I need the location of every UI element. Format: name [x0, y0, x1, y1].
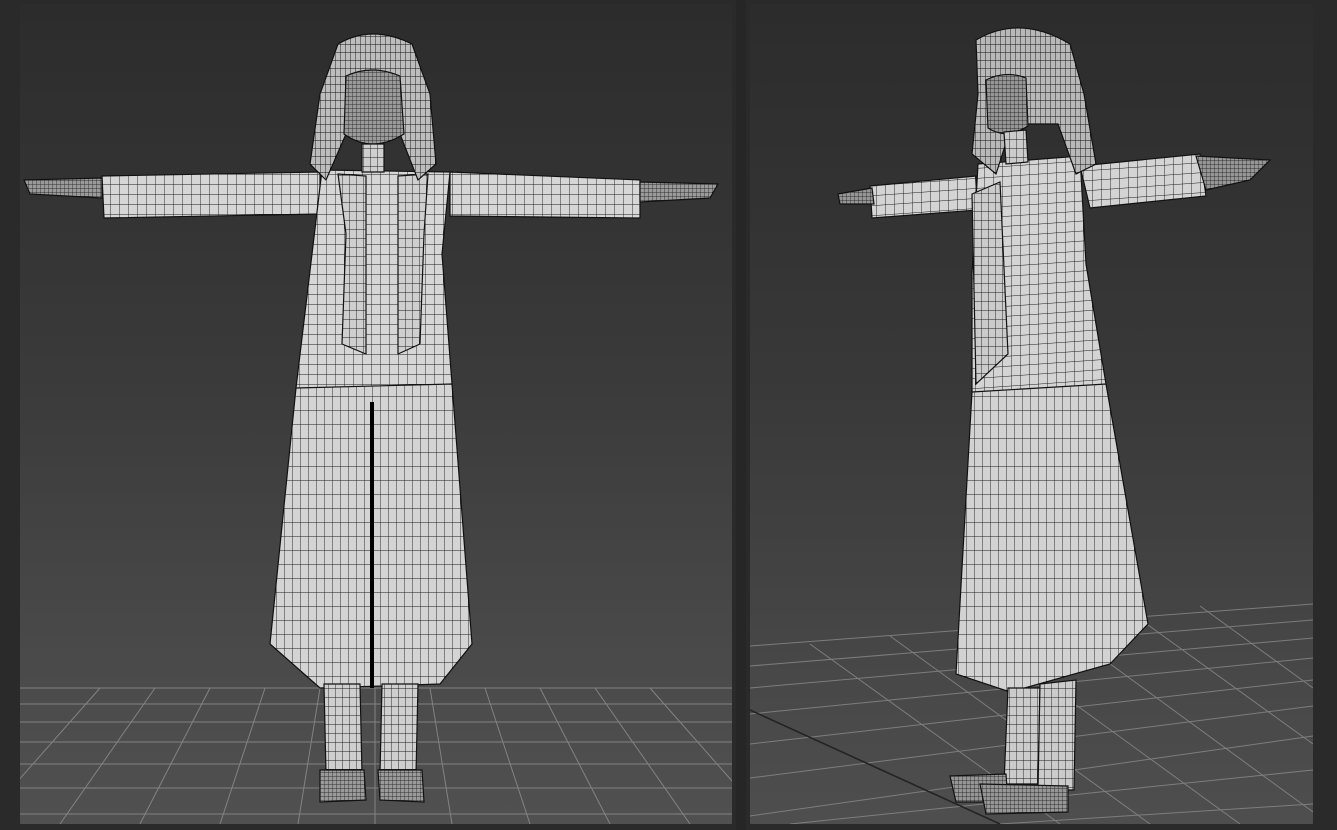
perspective-viewport[interactable] [750, 4, 1313, 824]
front-viewport-canvas[interactable] [20, 4, 732, 824]
character-mesh[interactable] [837, 27, 1272, 815]
ground-grid [20, 687, 732, 824]
viewport-divider[interactable] [736, 0, 746, 830]
character-mesh[interactable] [23, 33, 720, 803]
perspective-viewport-canvas[interactable] [750, 4, 1313, 824]
right-panel-edge [1313, 0, 1337, 830]
viewport-layout [0, 0, 1337, 830]
front-viewport[interactable] [20, 4, 732, 824]
